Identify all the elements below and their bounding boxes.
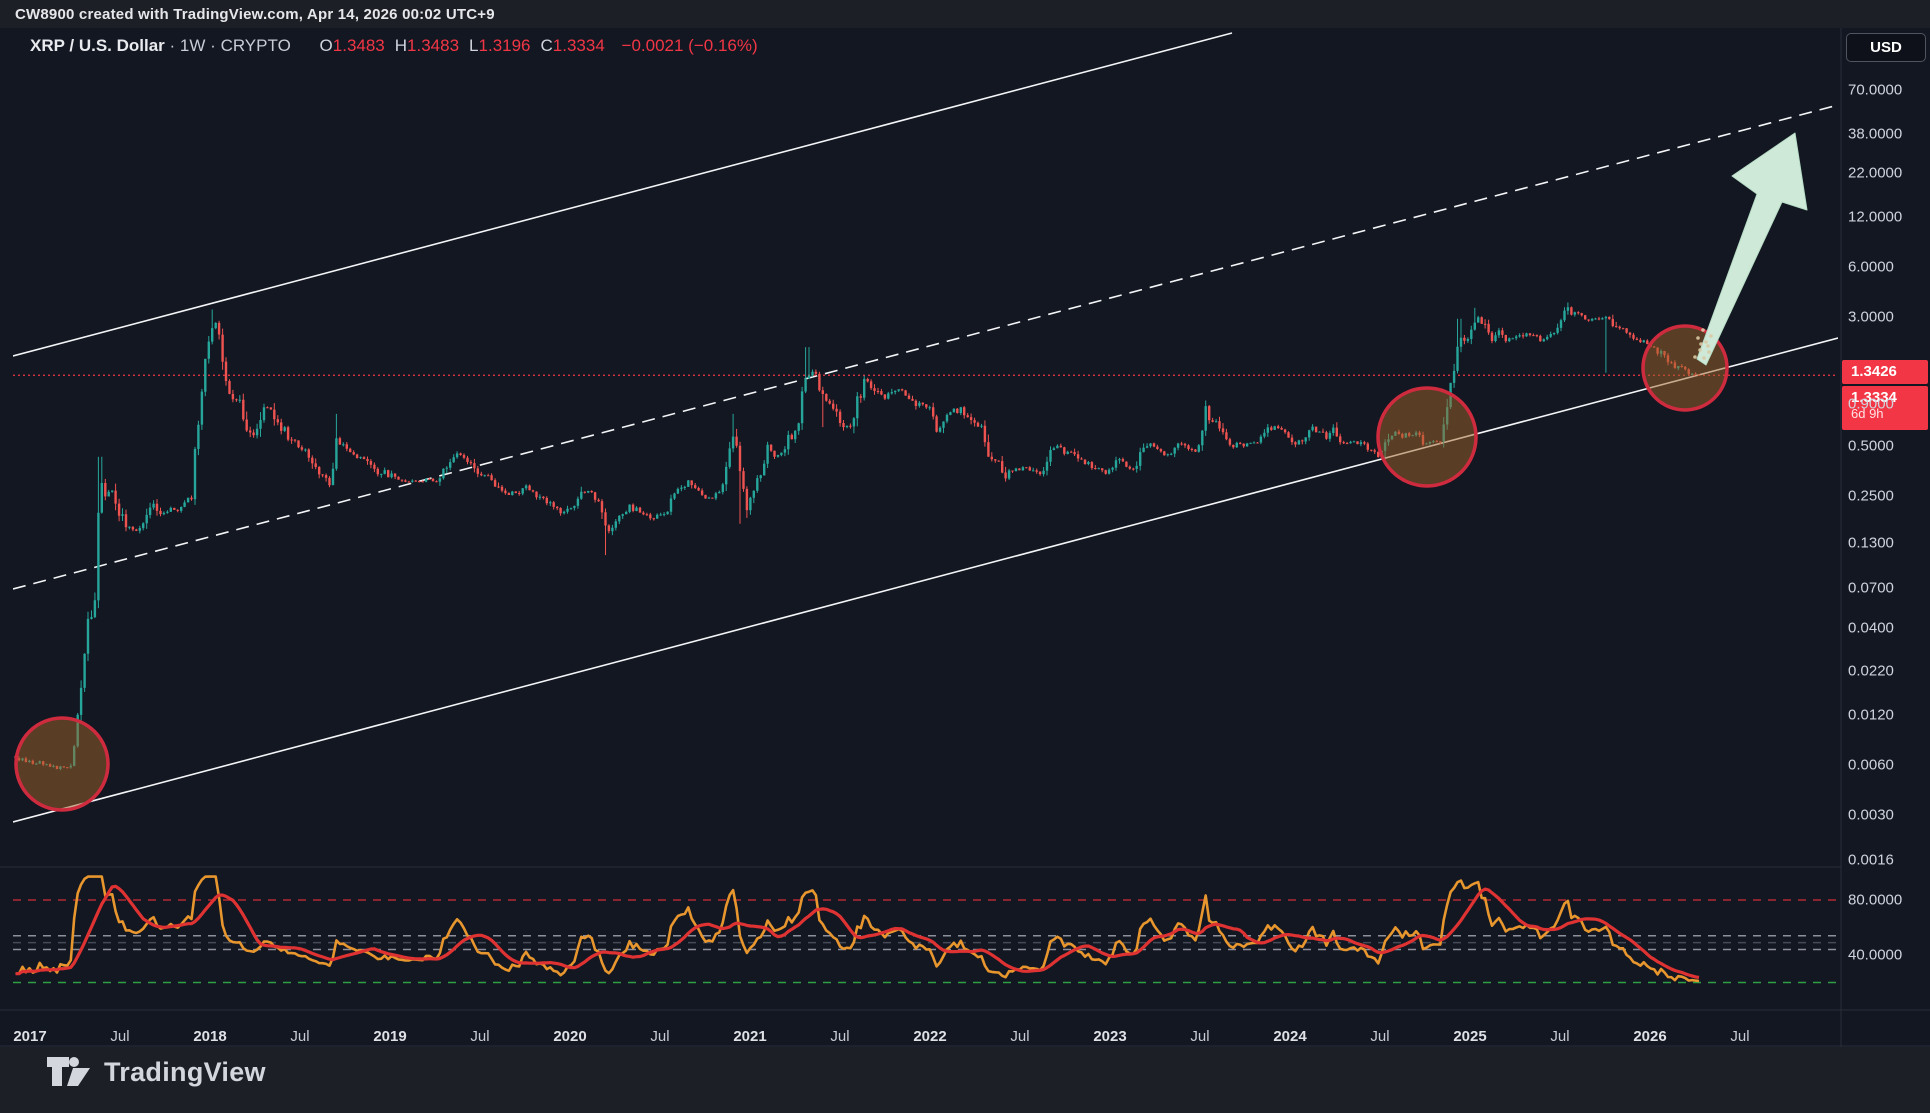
tradingview-screenshot: CW8900 created with TradingView.com, Apr…	[0, 0, 1930, 1113]
arrow-tail-dot	[1706, 344, 1710, 348]
ohlc-values: O1.3483H1.3483L1.3196C1.3334	[310, 36, 605, 55]
price-pane[interactable]	[13, 33, 1838, 822]
ohlc-key-O: O	[320, 36, 333, 55]
arrow-tail-dot	[1698, 348, 1702, 352]
price-tick-label: 0.5000	[1848, 437, 1894, 454]
tradingview-logo[interactable]: TradingView	[46, 1056, 266, 1088]
price-tick-label: 0.0016	[1848, 852, 1894, 869]
price-tick-label: 0.9000	[1848, 395, 1894, 412]
time-axis-month-label[interactable]: Jul	[650, 1028, 669, 1045]
change-value: −0.0021 (−0.16%)	[622, 36, 758, 55]
candle-bodies-down	[14, 307, 1700, 769]
arrow-tail-dot	[1693, 355, 1697, 359]
rsi-fast-line	[16, 877, 1699, 981]
time-axis-year-label[interactable]: 2024	[1273, 1028, 1306, 1045]
time-axis-month-label[interactable]: Jul	[1370, 1028, 1389, 1045]
tradingview-logo-icon	[46, 1056, 92, 1088]
candle-bodies-up	[21, 307, 1693, 769]
indicator-tick-label: 80.0000	[1848, 892, 1902, 909]
legend-separator-2: ·	[210, 36, 216, 55]
ohlc-value-O: 1.3483	[333, 36, 385, 55]
price-tick-label: 70.0000	[1848, 81, 1902, 98]
bullish-arrow-annotation[interactable]	[1697, 133, 1807, 365]
time-axis-year-label[interactable]: 2021	[733, 1028, 766, 1045]
price-tick-label: 0.0400	[1848, 620, 1894, 637]
price-tick-label: 0.0700	[1848, 579, 1894, 596]
arrow-tail-dot	[1702, 356, 1706, 360]
price-tick-label: 0.0060	[1848, 756, 1894, 773]
price-tick-label: 0.0120	[1848, 706, 1894, 723]
price-tick-label: 0.1300	[1848, 535, 1894, 552]
trend-channel-upper-solid[interactable]	[13, 33, 1232, 356]
arrow-tail-dot	[1707, 350, 1711, 354]
arrow-tail-dot	[1709, 334, 1713, 338]
arrow-tail-dot	[1696, 336, 1700, 340]
ohlc-value-C: 1.3334	[553, 36, 605, 55]
highlight-circle-annotation[interactable]	[16, 718, 108, 810]
attribution-text: CW8900 created with TradingView.com, Apr…	[15, 6, 495, 23]
ohlc-value-H: 1.3483	[407, 36, 459, 55]
currency-toggle-button[interactable]: USD	[1846, 33, 1926, 62]
price-tick-label: 38.0000	[1848, 125, 1902, 142]
arrow-tail-dot	[1701, 328, 1705, 332]
time-axis-month-label[interactable]: Jul	[290, 1028, 309, 1045]
time-axis-month-label[interactable]: Jul	[110, 1028, 129, 1045]
time-axis-year-label[interactable]: 2022	[913, 1028, 946, 1045]
price-tick-label: 6.0000	[1848, 258, 1894, 275]
ohlc-key-H: H	[395, 36, 407, 55]
alert-price-label: 1.3426	[1842, 360, 1928, 384]
arrow-tail-dot	[1704, 340, 1708, 344]
alert-price-value: 1.3426	[1851, 363, 1897, 380]
chart-legend[interactable]: XRP / U.S. Dollar · 1W · CRYPTO O1.3483H…	[30, 36, 758, 56]
trend-channel-lower-solid[interactable]	[13, 338, 1838, 822]
time-axis-month-label[interactable]: Jul	[470, 1028, 489, 1045]
time-axis-year-label[interactable]: 2020	[553, 1028, 586, 1045]
price-tick-label: 12.0000	[1848, 208, 1902, 225]
legend-separator-1: ·	[170, 36, 176, 55]
price-tick-label: 0.0030	[1848, 806, 1894, 823]
price-tick-label: 3.0000	[1848, 308, 1894, 325]
time-axis-year-label[interactable]: 2019	[373, 1028, 406, 1045]
price-tick-label: 22.0000	[1848, 165, 1902, 182]
time-axis-year-label[interactable]: 2018	[193, 1028, 226, 1045]
ohlc-value-L: 1.3196	[479, 36, 531, 55]
rsi-indicator-pane[interactable]	[13, 877, 1838, 983]
trend-channel-mid-dashed[interactable]	[13, 105, 1838, 589]
interval-label[interactable]: 1W	[180, 36, 206, 55]
candle-wicks-up	[23, 303, 1693, 771]
chart-widget[interactable]: XRP / U.S. Dollar · 1W · CRYPTO O1.3483H…	[0, 28, 1930, 1047]
chart-canvas[interactable]	[0, 28, 1930, 1047]
time-axis-month-label[interactable]: Jul	[1010, 1028, 1029, 1045]
time-axis-month-label[interactable]: Jul	[1190, 1028, 1209, 1045]
symbol-title[interactable]: XRP / U.S. Dollar	[30, 36, 165, 55]
indicator-tick-label: 40.0000	[1848, 947, 1902, 964]
time-axis-year-label[interactable]: 2025	[1453, 1028, 1486, 1045]
time-axis-month-label[interactable]: Jul	[1550, 1028, 1569, 1045]
price-tick-label: 0.0220	[1848, 663, 1894, 680]
exchange-label: CRYPTO	[221, 36, 291, 55]
time-axis-year-label[interactable]: 2023	[1093, 1028, 1126, 1045]
time-axis-month-label[interactable]: Jul	[1730, 1028, 1749, 1045]
tradingview-logo-text: TradingView	[104, 1057, 266, 1088]
highlight-circle-annotation[interactable]	[1378, 388, 1476, 486]
time-axis-year-label[interactable]: 2017	[13, 1028, 46, 1045]
price-tick-label: 0.2500	[1848, 487, 1894, 504]
ohlc-key-C: C	[541, 36, 553, 55]
arrow-tail-dot	[1699, 342, 1703, 346]
ohlc-key-L: L	[469, 36, 478, 55]
time-axis-year-label[interactable]: 2026	[1633, 1028, 1666, 1045]
time-axis-month-label[interactable]: Jul	[830, 1028, 849, 1045]
